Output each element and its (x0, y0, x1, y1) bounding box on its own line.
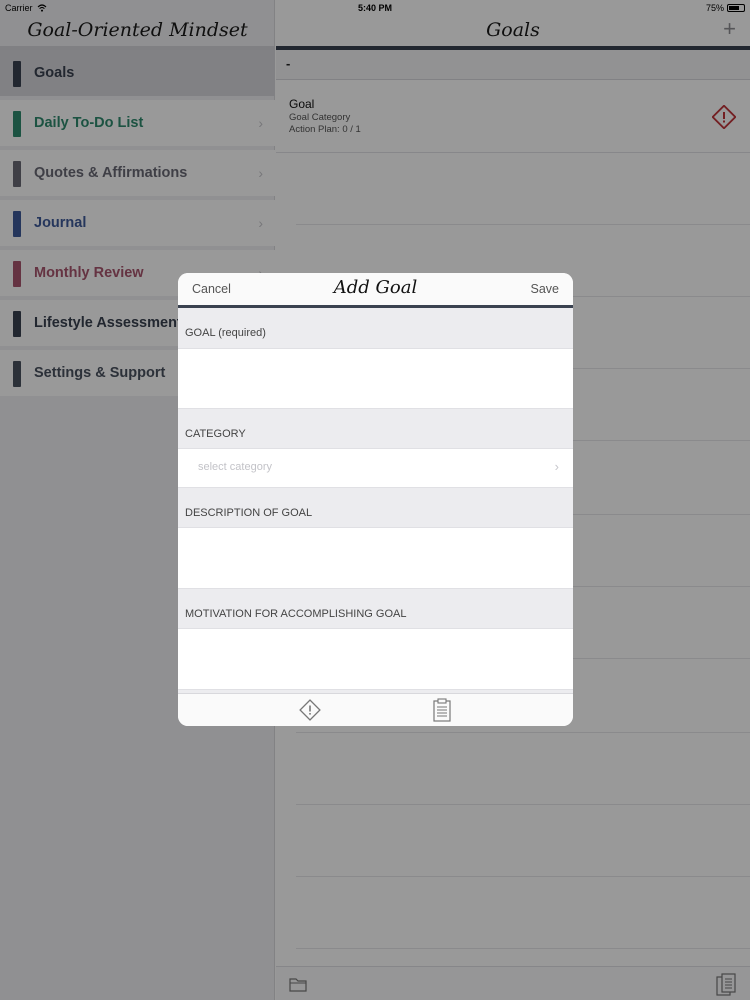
dialog-toolbar (178, 693, 573, 726)
chevron-right-icon: › (554, 459, 559, 474)
goal-text-field[interactable] (178, 348, 573, 409)
category-section-label: CATEGORY (185, 428, 246, 440)
description-section-label: DESCRIPTION OF GOAL (185, 507, 313, 519)
save-button[interactable]: Save (531, 282, 560, 296)
dialog-form: GOAL (required) CATEGORY select category… (178, 308, 573, 693)
dialog-title: Add Goal (333, 277, 418, 298)
category-placeholder: select category (198, 461, 272, 473)
motivation-text-field[interactable] (178, 628, 573, 690)
motivation-section-label: MOTIVATION FOR ACCOMPLISHING GOAL (185, 608, 407, 620)
goal-diamond-icon[interactable] (299, 699, 321, 721)
goal-section-label: GOAL (required) (185, 327, 266, 339)
add-goal-dialog: Cancel Add Goal Save GOAL (required) CAT… (178, 273, 573, 726)
dialog-header: Cancel Add Goal Save (178, 273, 573, 305)
category-selector[interactable]: select category › (178, 448, 573, 488)
clipboard-icon[interactable] (433, 698, 451, 722)
description-text-field[interactable] (178, 527, 573, 589)
